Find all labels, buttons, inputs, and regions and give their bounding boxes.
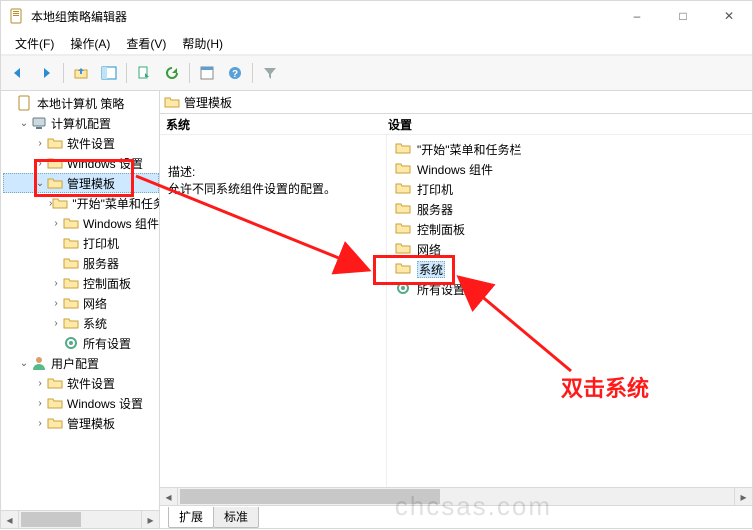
tree-windows-settings[interactable]: ›Windows 设置 [3,153,159,173]
list-item-label: "开始"菜单和任务栏 [417,141,522,158]
content-hscrollbar[interactable]: ◂▸ [160,487,752,505]
list-item-label: 服务器 [417,201,453,218]
console-tree[interactable]: 本地计算机 策略 ⌄计算机配置 ›软件设置 ›Windows 设置 ⌄管理模板 … [1,91,160,528]
list-item[interactable]: 服务器 [387,199,752,219]
back-button[interactable] [5,60,31,86]
tab-extended[interactable]: 扩展 [168,507,214,528]
menu-action[interactable]: 操作(A) [62,33,118,54]
maximize-button[interactable]: □ [660,1,706,31]
list-item-label: 系统 [417,261,445,278]
tree-u-software-settings[interactable]: ›软件设置 [3,373,159,393]
list-item[interactable]: Windows 组件 [387,159,752,179]
tree-start-taskbar[interactable]: ›"开始"菜单和任务栏 [3,193,159,213]
menu-help[interactable]: 帮助(H) [174,33,231,54]
folder-icon [395,220,411,239]
list-item[interactable]: 控制面板 [387,219,752,239]
tree-windows-components[interactable]: ›Windows 组件 [3,213,159,233]
content-header: 管理模板 [160,91,752,114]
tree-software-settings[interactable]: ›软件设置 [3,133,159,153]
forward-button[interactable] [33,60,59,86]
tree-all-settings[interactable]: 所有设置 [3,333,159,353]
properties-button[interactable] [194,60,220,86]
list-item-label: 打印机 [417,181,453,198]
app-icon [9,8,25,24]
description-label: 描述: [168,163,378,180]
tree-root[interactable]: 本地计算机 策略 [3,93,159,113]
settings-icon [395,280,411,299]
show-hide-console-tree-button[interactable] [96,60,122,86]
tree-servers[interactable]: 服务器 [3,253,159,273]
tree-u-windows-settings[interactable]: ›Windows 设置 [3,393,159,413]
column-setting[interactable]: 设置 [382,114,752,134]
close-button[interactable]: ✕ [706,1,752,31]
folder-icon [395,160,411,179]
menu-view[interactable]: 查看(V) [118,33,174,54]
body: 本地计算机 策略 ⌄计算机配置 ›软件设置 ›Windows 设置 ⌄管理模板 … [1,91,752,528]
list-item-label: 网络 [417,241,441,258]
toolbar: ? [1,55,752,91]
content-pane: 管理模板 系统 设置 描述: 允许不同系统组件设置的配置。 "开始"菜单和任务栏… [160,91,752,528]
list-item[interactable]: 打印机 [387,179,752,199]
view-tabs: 扩展 标准 [160,505,752,528]
title-bar: 本地组策略编辑器 – □ ✕ [1,1,752,32]
list-item[interactable]: 系统 [387,259,752,279]
up-button[interactable] [68,60,94,86]
folder-icon [395,200,411,219]
list-item-label: 控制面板 [417,221,465,238]
minimize-button[interactable]: – [614,1,660,31]
window-title: 本地组策略编辑器 [31,8,127,25]
folder-icon [395,260,411,279]
folder-icon [395,240,411,259]
tree-control-panel[interactable]: ›控制面板 [3,273,159,293]
list-item-label: Windows 组件 [417,161,493,178]
description-text: 允许不同系统组件设置的配置。 [168,180,378,197]
menu-bar: 文件(F) 操作(A) 查看(V) 帮助(H) [1,32,752,55]
list-item[interactable]: 网络 [387,239,752,259]
tab-standard[interactable]: 标准 [213,507,259,528]
filter-button[interactable] [257,60,283,86]
tree-u-admin-templates[interactable]: ›管理模板 [3,413,159,433]
list-item-label: 所有设置 [417,281,465,298]
help-button[interactable]: ? [222,60,248,86]
folder-icon [395,140,411,159]
list-item[interactable]: 所有设置 [387,279,752,299]
svg-text:?: ? [232,69,238,80]
tree-system[interactable]: ›系统 [3,313,159,333]
tree-network[interactable]: ›网络 [3,293,159,313]
refresh-button[interactable] [159,60,185,86]
tree-admin-templates[interactable]: ⌄管理模板 [3,173,159,193]
folder-icon [164,94,180,110]
folder-icon [395,180,411,199]
menu-file[interactable]: 文件(F) [7,33,62,54]
tree-computer-config[interactable]: ⌄计算机配置 [3,113,159,133]
column-category[interactable]: 系统 [160,114,382,134]
tree-printers[interactable]: 打印机 [3,233,159,253]
column-headers: 系统 设置 [160,114,752,135]
content-header-title: 管理模板 [184,94,232,111]
tree-hscrollbar[interactable]: ◂▸ [1,510,159,528]
tree-user-config[interactable]: ⌄用户配置 [3,353,159,373]
description-panel: 描述: 允许不同系统组件设置的配置。 [160,135,387,487]
export-list-button[interactable] [131,60,157,86]
settings-list[interactable]: "开始"菜单和任务栏 Windows 组件打印机服务器控制面板网络系统所有设置 [387,135,752,487]
list-item[interactable]: "开始"菜单和任务栏 [387,139,752,159]
